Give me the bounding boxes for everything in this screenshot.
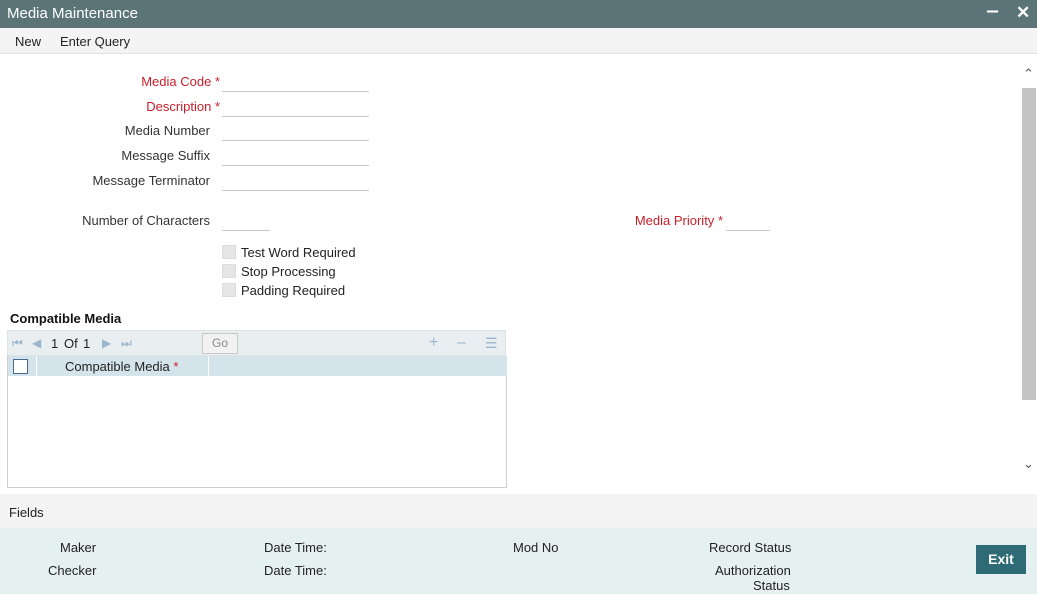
pager-current: 1 [51,336,59,351]
close-icon[interactable]: ✕ [1016,3,1030,23]
message-suffix-label: Message Suffix [121,148,210,163]
enter-query-menu-item[interactable]: Enter Query [60,34,130,49]
grid-header: Compatible Media * [8,356,507,376]
add-row-icon[interactable]: + [429,334,438,352]
description-input[interactable] [222,97,369,117]
media-code-input[interactable] [222,72,369,92]
checker-date-time-label: Date Time: [264,563,327,578]
test-word-required-label: Test Word Required [241,245,356,260]
prev-page-icon[interactable]: ◀ [32,336,41,350]
column-divider [208,356,209,376]
message-terminator-input[interactable] [222,171,369,191]
message-suffix-input[interactable] [222,146,369,166]
delete-row-icon[interactable]: – [457,334,466,352]
vertical-scrollbar[interactable]: ⌃ ⌄ [1021,54,1037,494]
compatible-media-grid: Compatible Media * [7,356,507,488]
fields-link[interactable]: Fields [9,505,44,520]
test-word-required-checkbox[interactable] [222,245,236,259]
number-of-characters-input[interactable] [222,211,270,231]
media-priority-input[interactable] [726,211,770,231]
media-number-input[interactable] [222,121,369,141]
stop-processing-label: Stop Processing [241,264,336,279]
record-status-label: Record Status [709,540,792,555]
stop-processing-checkbox[interactable] [222,264,236,278]
message-terminator-label: Message Terminator [92,173,210,188]
pager-total: 1 [83,336,91,351]
scroll-up-icon[interactable]: ⌃ [1023,66,1034,82]
go-button[interactable]: Go [202,333,238,354]
compatible-media-column-header[interactable]: Compatible Media * [65,359,178,374]
compatible-media-title: Compatible Media [10,311,122,326]
form-content: Media Code * Description * Media Number … [0,54,1021,494]
select-all-checkbox[interactable] [13,359,28,374]
authorization-status-label-line1: Authorization [715,563,791,578]
description-label: Description * [146,99,220,114]
first-page-icon[interactable]: ⏮ [12,336,23,351]
exit-button[interactable]: Exit [976,545,1026,574]
number-of-characters-label: Number of Characters [82,213,210,228]
single-view-icon[interactable]: ☰ [485,335,498,352]
title-bar: Media Maintenance ‒ ✕ [0,0,1037,28]
grid-toolbar: ⏮ ◀ 1 Of 1 ▶ ⏭ Go + – ☰ [7,330,506,356]
scroll-down-icon[interactable]: ⌄ [1023,456,1034,472]
media-code-label: Media Code * [141,74,220,89]
window-title: Media Maintenance [7,5,138,22]
new-menu-item[interactable]: New [15,34,41,49]
authorization-status-label-line2: Status [753,578,790,593]
menu-bar: New Enter Query [0,28,1037,54]
maker-label: Maker [60,540,97,555]
media-priority-label: Media Priority * [634,213,723,228]
pager-of: Of [64,336,78,351]
mod-no-label: Mod No [513,540,559,555]
audit-footer: Maker Checker Date Time: Date Time: Mod … [0,528,1037,594]
padding-required-label: Padding Required [241,283,346,298]
column-divider [36,356,37,376]
media-number-label: Media Number [124,123,210,138]
fields-bar: Fields [0,494,1037,528]
minimize-icon[interactable]: ‒ [987,0,998,23]
maker-date-time-label: Date Time: [264,540,327,555]
next-page-icon[interactable]: ▶ [102,336,111,350]
last-page-icon[interactable]: ⏭ [121,336,132,351]
scroll-thumb[interactable] [1022,88,1036,400]
padding-required-checkbox[interactable] [222,283,236,297]
checker-label: Checker [48,563,97,578]
